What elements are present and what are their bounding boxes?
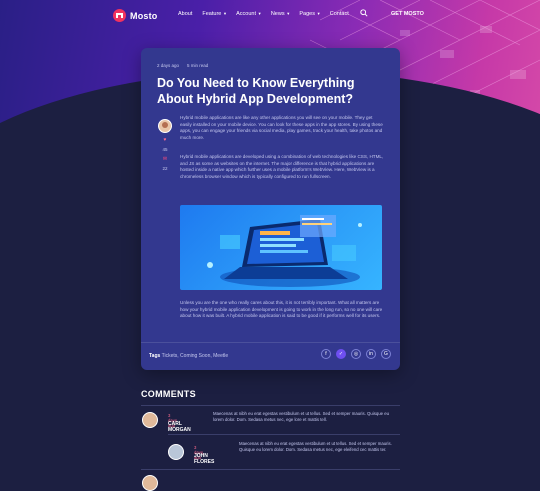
chevron-down-icon: ▾ bbox=[258, 11, 261, 16]
comment-text: Maecenas at nibh eu erat egestas vestibu… bbox=[239, 441, 392, 453]
nav-item-contact[interactable]: Contact bbox=[330, 11, 349, 17]
comments-heading: COMMENTS bbox=[141, 389, 196, 399]
laptop-illustration bbox=[207, 215, 362, 287]
post-author-column: ♥ 45 ✉ 22 bbox=[157, 119, 173, 171]
comment-icon[interactable]: ✉ bbox=[163, 156, 167, 162]
twitter-icon[interactable]: ✓ bbox=[336, 349, 346, 359]
post-paragraph: Unless you are the one who really cares … bbox=[180, 300, 383, 319]
google-icon[interactable]: G bbox=[381, 349, 391, 359]
post-paragraph: Hybrid mobile applications are like any … bbox=[180, 115, 383, 140]
comment-text: Maecenas at nibh eu erat egestas vestibu… bbox=[213, 411, 390, 423]
linkedin-icon[interactable]: in bbox=[366, 349, 376, 359]
brand-logo-icon bbox=[113, 9, 126, 22]
post-title: Do You Need to Know Everything About Hyb… bbox=[157, 76, 355, 106]
divider bbox=[168, 434, 400, 435]
search-icon[interactable] bbox=[360, 9, 368, 19]
post-illustration bbox=[180, 205, 382, 290]
blog-post-card: 2 days ago 5 min read Do You Need to Kno… bbox=[141, 48, 400, 370]
share-buttons: f ✓ ◎ in G bbox=[321, 349, 391, 359]
like-count: 45 bbox=[162, 147, 168, 152]
chevron-down-icon: ▾ bbox=[317, 11, 320, 16]
top-navigation: Mosto About Feature ▾ Account ▾ News ▾ P… bbox=[0, 0, 540, 30]
heart-icon[interactable]: ♥ bbox=[164, 137, 167, 143]
get-app-button[interactable]: GET MOSTO bbox=[391, 11, 424, 17]
facebook-icon[interactable]: f bbox=[321, 349, 331, 359]
nav-item-news[interactable]: News ▾ bbox=[271, 11, 290, 17]
nav-item-account[interactable]: Account ▾ bbox=[236, 11, 261, 17]
post-paragraph: Hybrid mobile applications are developed… bbox=[180, 154, 384, 179]
tags-list[interactable]: Tickets, Coming Soon, Meetle bbox=[162, 353, 229, 359]
post-tags: Tags Tickets, Coming Soon, Meetle bbox=[149, 353, 228, 359]
commenter-avatar[interactable] bbox=[168, 444, 184, 460]
chevron-down-icon: ▾ bbox=[287, 11, 290, 16]
nav-item-pages[interactable]: Pages ▾ bbox=[299, 11, 319, 17]
brand-logo[interactable]: Mosto bbox=[113, 9, 158, 22]
divider bbox=[141, 469, 400, 470]
instagram-icon[interactable]: ◎ bbox=[351, 349, 361, 359]
commenter-name[interactable]: CARL MORGAN bbox=[168, 421, 191, 433]
commenter-avatar[interactable] bbox=[142, 475, 158, 491]
commenter-name[interactable]: JOHN FLORES bbox=[194, 453, 214, 465]
commenter-avatar[interactable] bbox=[142, 412, 158, 428]
post-meta: 2 days ago 5 min read bbox=[157, 63, 208, 68]
brand-name: Mosto bbox=[130, 10, 158, 21]
nav-item-feature[interactable]: Feature ▾ bbox=[202, 11, 226, 17]
post-date: 2 days ago bbox=[157, 63, 180, 68]
divider bbox=[141, 405, 400, 406]
tags-label: Tags bbox=[149, 353, 161, 359]
chevron-down-icon: ▾ bbox=[223, 11, 227, 16]
post-read-time: 5 min read bbox=[187, 63, 209, 68]
author-avatar[interactable] bbox=[158, 119, 172, 133]
main-menu: About Feature ▾ Account ▾ News ▾ Pages ▾… bbox=[178, 11, 349, 17]
nav-item-about[interactable]: About bbox=[178, 11, 192, 17]
post-footer: Tags Tickets, Coming Soon, Meetle f ✓ ◎ … bbox=[141, 342, 400, 370]
comment-count: 22 bbox=[162, 166, 168, 171]
